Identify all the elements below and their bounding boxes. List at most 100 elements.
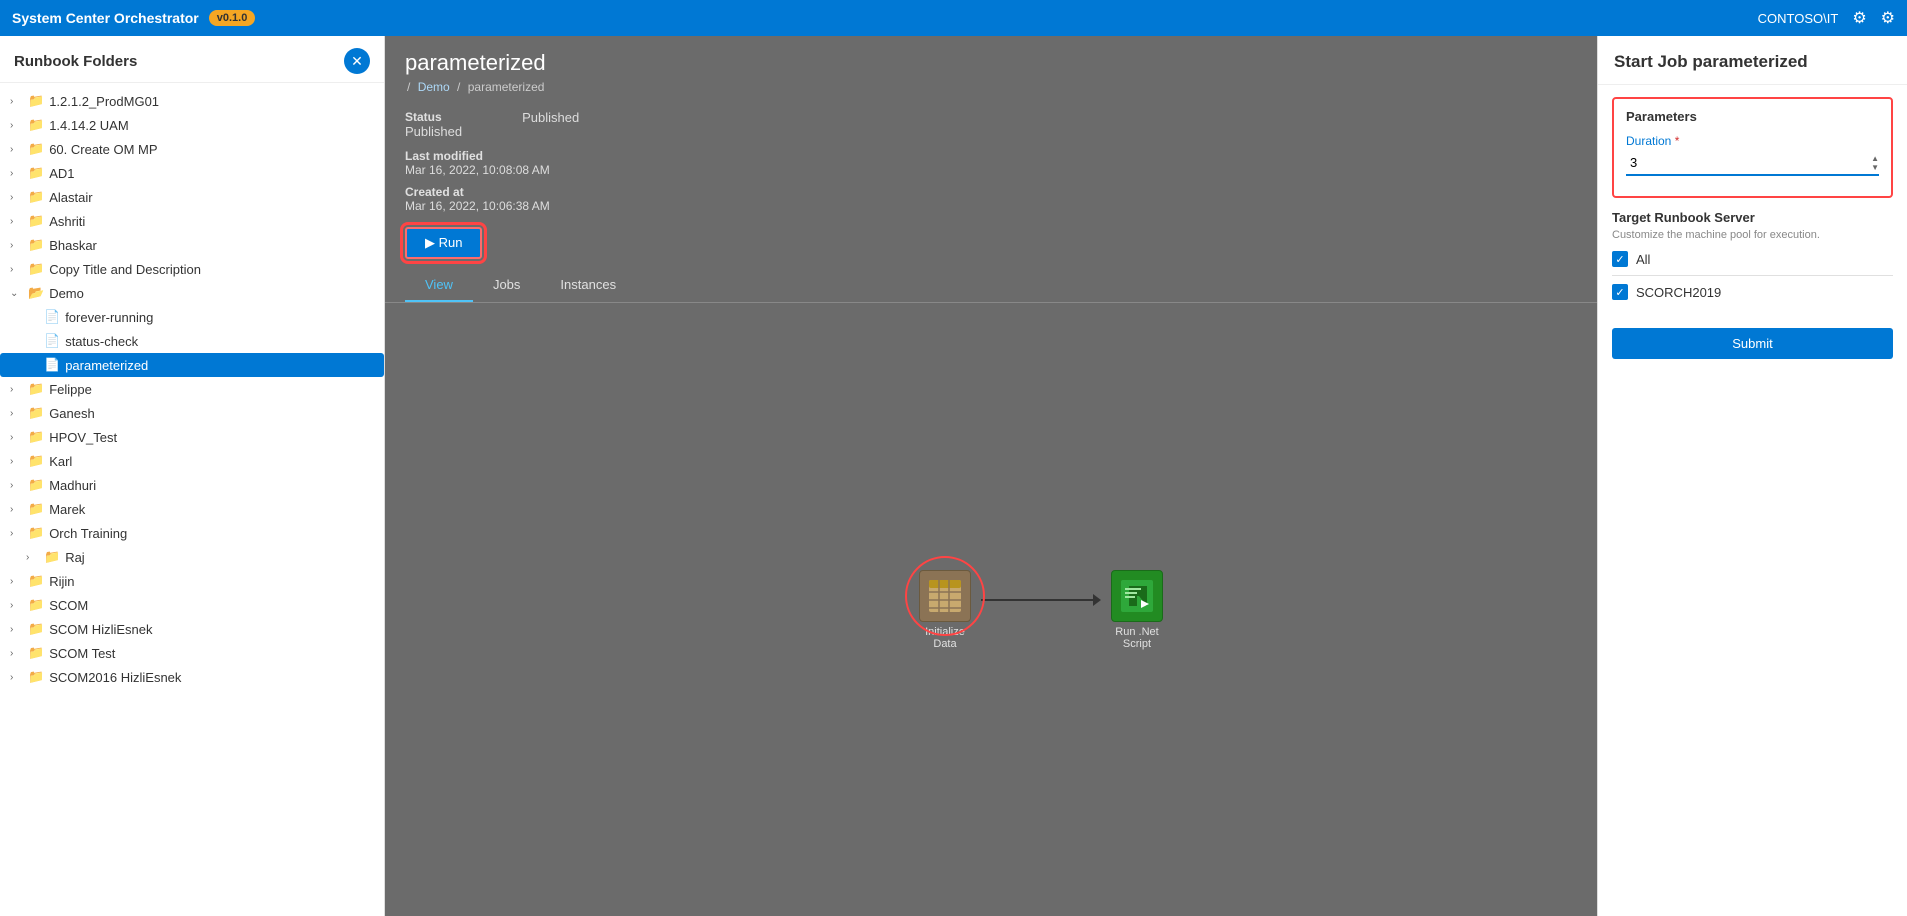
file-icon: 📄: [44, 309, 60, 325]
sidebar-item-copytitle[interactable]: › 📁 Copy Title and Description: [0, 257, 384, 281]
created-value: Mar 16, 2022, 10:06:38 AM: [405, 199, 550, 213]
sidebar-item-ashriti[interactable]: › 📁 Ashriti: [0, 209, 384, 233]
sidebar-item-rijin[interactable]: › 📁 Rijin: [0, 569, 384, 593]
tab-jobs[interactable]: Jobs: [473, 269, 540, 302]
content-header: parameterized / Demo / parameterized: [385, 36, 1597, 104]
sidebar-item-scom2016[interactable]: › 📁 SCOM2016 HizliEsnek: [0, 665, 384, 689]
sidebar-item-demo[interactable]: ⌄ 📂 Demo: [0, 281, 384, 305]
sidebar-item-1212[interactable]: › 📁 1.2.1.2_ProdMG01: [0, 89, 384, 113]
sidebar-item-label: forever-running: [65, 310, 153, 325]
sidebar-close-button[interactable]: ✕: [344, 48, 370, 74]
sidebar-item-alastair[interactable]: › 📁 Alastair: [0, 185, 384, 209]
folder-icon: 📁: [28, 213, 44, 229]
chevron-icon: ›: [10, 672, 26, 683]
workflow-node-run-net[interactable]: Run .NetScript: [1111, 570, 1163, 650]
folder-icon: 📁: [28, 669, 44, 685]
init-data-svg: [927, 578, 963, 614]
sidebar-item-1414[interactable]: › 📁 1.4.14.2 UAM: [0, 113, 384, 137]
sidebar-item-status-check[interactable]: 📄 status-check: [0, 329, 384, 353]
gear-icon[interactable]: ⚙: [1881, 8, 1895, 28]
sidebar-item-parameterized[interactable]: 📄 parameterized: [0, 353, 384, 377]
breadcrumb-slash: /: [407, 80, 410, 94]
topbar-right: CONTOSO\IT ⚙ ⚙: [1758, 8, 1895, 28]
chevron-icon: ›: [10, 432, 26, 443]
sidebar-item-label: SCOM2016 HizliEsnek: [49, 670, 181, 685]
run-button[interactable]: ▶ Run: [405, 227, 482, 259]
checkbox-scorch2019[interactable]: ✓: [1612, 284, 1628, 300]
folder-icon: 📁: [28, 501, 44, 517]
sidebar-item-madhuri[interactable]: › 📁 Madhuri: [0, 473, 384, 497]
folder-icon: 📁: [28, 597, 44, 613]
sidebar-item-marek[interactable]: › 📁 Marek: [0, 497, 384, 521]
spinner-up-arrow[interactable]: ▲: [1871, 154, 1879, 163]
node-icon-wrapper: [919, 570, 971, 622]
folder-icon: 📁: [44, 549, 60, 565]
chevron-icon: ›: [10, 600, 26, 611]
folder-icon: 📁: [28, 381, 44, 397]
created-label: Created at: [405, 185, 550, 199]
sidebar-item-label: Madhuri: [49, 478, 96, 493]
modified-row: Last modified Mar 16, 2022, 10:08:08 AM: [385, 145, 1597, 181]
checkbox-scorch-row: ✓ SCORCH2019: [1612, 284, 1893, 300]
sidebar-item-label: Ashriti: [49, 214, 85, 229]
sidebar-item-raj[interactable]: › 📁 Raj: [0, 545, 384, 569]
meta-row: Status Published Published: [385, 104, 1597, 145]
app-title: System Center Orchestrator: [12, 10, 199, 26]
sidebar-item-label: Rijin: [49, 574, 74, 589]
status-group: Status Published: [405, 110, 462, 139]
sidebar-item-scomhizli[interactable]: › 📁 SCOM HizliEsnek: [0, 617, 384, 641]
breadcrumb-demo[interactable]: Demo: [418, 80, 450, 94]
tab-instances[interactable]: Instances: [540, 269, 636, 302]
initialize-node-icon: [919, 570, 971, 622]
settings-icon[interactable]: ⚙: [1852, 8, 1866, 28]
sidebar-item-label: Felippe: [49, 382, 92, 397]
sidebar-item-ad1[interactable]: › 📁 AD1: [0, 161, 384, 185]
status-value: Published: [405, 124, 462, 139]
folder-icon: 📁: [28, 453, 44, 469]
sidebar-item-hpov[interactable]: › 📁 HPOV_Test: [0, 425, 384, 449]
sidebar-item-label: Marek: [49, 502, 85, 517]
sidebar-item-forever-running[interactable]: 📄 forever-running: [0, 305, 384, 329]
folder-icon: 📁: [28, 405, 44, 421]
spinner-down-arrow[interactable]: ▼: [1871, 163, 1879, 172]
chevron-icon: ›: [10, 120, 26, 131]
folder-icon: 📁: [28, 165, 44, 181]
sidebar-item-scom[interactable]: › 📁 SCOM: [0, 593, 384, 617]
chevron-icon: ›: [10, 216, 26, 227]
folder-icon: 📁: [28, 117, 44, 133]
start-job-label: Start Job: [1614, 52, 1692, 71]
checkbox-all[interactable]: ✓: [1612, 251, 1628, 267]
sidebar-item-ganesh[interactable]: › 📁 Ganesh: [0, 401, 384, 425]
run-btn-area: ▶ Run: [385, 217, 1597, 259]
sidebar-item-scomtest[interactable]: › 📁 SCOM Test: [0, 641, 384, 665]
spinner-arrows[interactable]: ▲ ▼: [1871, 154, 1879, 172]
sidebar-item-label: Copy Title and Description: [49, 262, 201, 277]
chevron-icon: ›: [10, 456, 26, 467]
checkbox-all-label: All: [1636, 252, 1650, 267]
sidebar-tree: › 📁 1.2.1.2_ProdMG01 › 📁 1.4.14.2 UAM › …: [0, 83, 384, 916]
chevron-icon: ›: [10, 192, 26, 203]
sidebar-item-60create[interactable]: › 📁 60. Create OM MP: [0, 137, 384, 161]
topbar-left: System Center Orchestrator v0.1.0: [12, 10, 255, 26]
breadcrumb: / Demo / parameterized: [405, 80, 1577, 94]
sidebar-item-label: Ganesh: [49, 406, 95, 421]
breadcrumb-slash2: /: [457, 80, 460, 94]
modified-value: Mar 16, 2022, 10:08:08 AM: [405, 163, 550, 177]
duration-input[interactable]: [1626, 151, 1871, 174]
sidebar-item-orchtraining[interactable]: › 📁 Orch Training: [0, 521, 384, 545]
sidebar-title: Runbook Folders: [14, 53, 137, 70]
sidebar-item-felippe[interactable]: › 📁 Felippe: [0, 377, 384, 401]
workflow-node-initialize[interactable]: InitializeData: [919, 570, 971, 650]
right-panel: Start Job parameterized Parameters Durat…: [1597, 36, 1907, 916]
initialize-node-label: InitializeData: [925, 626, 965, 650]
chevron-icon: ›: [10, 264, 26, 275]
chevron-icon: ›: [10, 528, 26, 539]
tab-view[interactable]: View: [405, 269, 473, 302]
duration-field-label: Duration *: [1626, 134, 1879, 148]
run-net-svg: [1119, 578, 1155, 614]
sidebar-item-karl[interactable]: › 📁 Karl: [0, 449, 384, 473]
folder-icon: 📁: [28, 141, 44, 157]
sidebar-header: Runbook Folders ✕: [0, 36, 384, 83]
submit-button[interactable]: Submit: [1612, 328, 1893, 359]
sidebar-item-bhaskar[interactable]: › 📁 Bhaskar: [0, 233, 384, 257]
